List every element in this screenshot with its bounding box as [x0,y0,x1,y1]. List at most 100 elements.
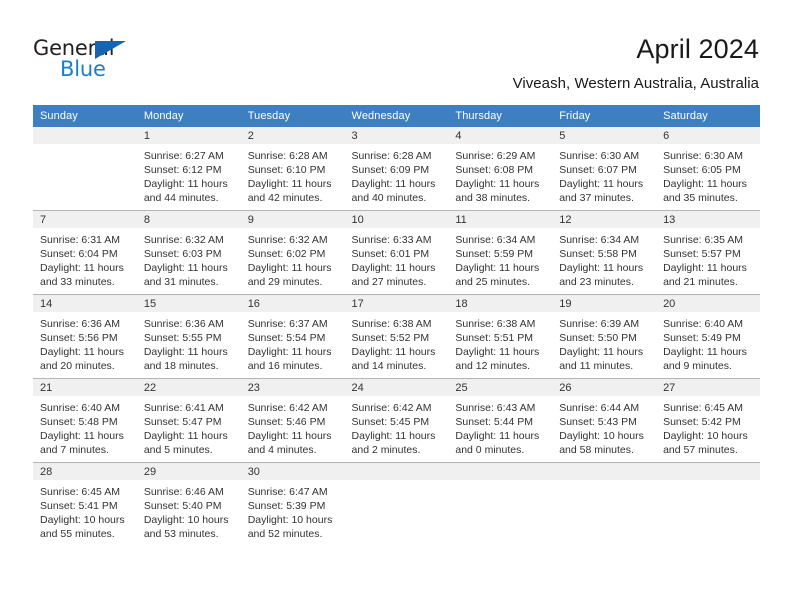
daylight-text-line2: and 12 minutes. [455,360,531,372]
day-cell-inner: 26 Sunrise: 6:44 AM Sunset: 5:43 PM Dayligh… [552,379,657,462]
calendar-day-cell[interactable]: 2 Sunrise: 6:28 AM Sunset: 6:10 PM Daylight… [240,127,345,211]
sunset-text: Sunset: 5:43 PM [559,416,637,428]
sunrise-text: Sunrise: 6:30 AM [559,150,640,162]
calendar-day-cell[interactable]: 11 Sunrise: 6:34 AM Sunset: 5:59 PM Dayligh… [448,210,553,295]
sunset-text: Sunset: 6:12 PM [143,164,222,176]
sunrise-text: Sunrise: 6:45 AM [40,486,120,498]
sunrise-text: Sunrise: 6:36 AM [143,318,224,330]
daylight-text-line2: and 42 minutes. [247,192,323,204]
calendar-day-cell[interactable]: 19 Sunrise: 6:39 AM Sunset: 5:50 PM Dayligh… [552,294,657,379]
day-number: 18 [448,295,553,312]
day-number: 26 [552,379,657,396]
day-cell-inner: 18 Sunrise: 6:38 AM Sunset: 5:51 PM Dayligh… [448,295,553,378]
calendar-day-cell[interactable]: 20 Sunrise: 6:40 AM Sunset: 5:49 PM Dayligh… [656,294,760,379]
sunset-text: Sunset: 5:49 PM [663,332,741,344]
calendar-day-cell[interactable]: 27 Sunrise: 6:45 AM Sunset: 5:42 PM Dayligh… [656,378,760,463]
sunrise-text: Sunrise: 6:45 AM [663,402,744,414]
calendar-day-cell[interactable]: 25 Sunrise: 6:43 AM Sunset: 5:44 PM Dayligh… [448,378,553,463]
day-cell-details: Sunrise: 6:35 AM Sunset: 5:57 PM Daylight:… [656,228,760,289]
day-cell-details: Sunrise: 6:38 AM Sunset: 5:51 PM Daylight:… [448,312,552,373]
sunset-text: Sunset: 5:41 PM [40,500,118,512]
day-cell-inner: 19 Sunrise: 6:39 AM Sunset: 5:50 PM Dayligh… [552,295,657,378]
day-number: 22 [136,379,241,396]
calendar-day-cell[interactable]: 10 Sunrise: 6:33 AM Sunset: 6:01 PM Dayligh… [344,210,449,295]
day-cell-inner: 29 Sunrise: 6:46 AM Sunset: 5:40 PM Dayligh… [136,463,241,546]
day-cell-details: Sunrise: 6:34 AM Sunset: 5:58 PM Daylight:… [552,228,656,289]
sunrise-text: Sunrise: 6:37 AM [247,318,328,330]
calendar-day-cell[interactable]: 1 Sunrise: 6:27 AM Sunset: 6:12 PM Daylight… [136,127,241,211]
day-number [448,463,553,480]
calendar-day-cell[interactable]: 5 Sunrise: 6:30 AM Sunset: 6:07 PM Daylight… [552,127,657,211]
daylight-text-line1: Daylight: 11 hours [663,262,747,274]
weekday-header-row: Sunday Monday Tuesday Wednesday Thursday… [33,105,760,127]
calendar-day-cell[interactable]: 30 Sunrise: 6:47 AM Sunset: 5:39 PM Dayligh… [240,462,345,546]
day-cell-details: Sunrise: 6:43 AM Sunset: 5:44 PM Daylight:… [448,396,552,457]
calendar-page: General Blue April 2024 Viveash, Western… [0,0,792,612]
sunrise-text: Sunrise: 6:46 AM [143,486,224,498]
daylight-text-line1: Daylight: 10 hours [40,514,125,526]
day-number: 13 [656,211,760,228]
calendar-day-cell[interactable]: 29 Sunrise: 6:46 AM Sunset: 5:40 PM Dayligh… [136,462,241,546]
calendar-day-cell[interactable]: 18 Sunrise: 6:38 AM Sunset: 5:51 PM Dayligh… [448,294,553,379]
daylight-text-line1: Daylight: 10 hours [663,430,748,442]
day-number: 23 [240,379,345,396]
calendar-week-row: 1 Sunrise: 6:27 AM Sunset: 6:12 PM Daylight… [33,127,760,211]
day-cell-details: Sunrise: 6:42 AM Sunset: 5:46 PM Daylight:… [241,396,345,457]
daylight-text-line1: Daylight: 11 hours [143,346,228,358]
calendar-body: 1 Sunrise: 6:27 AM Sunset: 6:12 PM Daylight… [33,127,760,546]
calendar-day-cell[interactable]: 22 Sunrise: 6:41 AM Sunset: 5:47 PM Dayligh… [136,378,241,463]
day-cell-inner: 9 Sunrise: 6:32 AM Sunset: 6:02 PM Daylight… [240,211,345,294]
calendar-day-cell[interactable]: 13 Sunrise: 6:35 AM Sunset: 5:57 PM Dayligh… [656,210,760,295]
calendar-day-cell[interactable]: 7 Sunrise: 6:31 AM Sunset: 6:04 PM Daylight… [33,210,137,295]
calendar-day-cell[interactable]: 21 Sunrise: 6:40 AM Sunset: 5:48 PM Dayligh… [33,378,137,463]
calendar-day-cell[interactable]: 16 Sunrise: 6:37 AM Sunset: 5:54 PM Dayligh… [240,294,345,379]
day-number: 6 [656,127,760,144]
day-cell-inner [448,463,553,546]
sunrise-text: Sunrise: 6:28 AM [247,150,328,162]
daylight-text-line1: Daylight: 11 hours [143,178,228,190]
daylight-text-line2: and 9 minutes. [663,360,732,372]
daylight-text-line2: and 0 minutes. [455,444,525,456]
calendar-day-cell[interactable]: 28 Sunrise: 6:45 AM Sunset: 5:41 PM Dayligh… [33,462,137,546]
calendar-day-cell-empty [552,462,657,546]
daylight-text-line1: Daylight: 11 hours [143,430,228,442]
day-cell-inner: 2 Sunrise: 6:28 AM Sunset: 6:10 PM Daylight… [240,127,345,210]
sunrise-text: Sunrise: 6:35 AM [663,234,744,246]
general-blue-logo[interactable]: General Blue [33,36,163,84]
day-cell-details: Sunrise: 6:34 AM Sunset: 5:59 PM Daylight:… [448,228,552,289]
weekday-header-thursday: Thursday [448,105,553,127]
logo-text-blue: Blue [60,57,106,81]
page-header: General Blue April 2024 Viveash, Western… [0,0,792,100]
calendar-day-cell[interactable]: 8 Sunrise: 6:32 AM Sunset: 6:03 PM Daylight… [136,210,241,295]
calendar-day-cell[interactable]: 23 Sunrise: 6:42 AM Sunset: 5:46 PM Dayligh… [240,378,345,463]
calendar-day-cell[interactable]: 9 Sunrise: 6:32 AM Sunset: 6:02 PM Daylight… [240,210,345,295]
day-number: 14 [33,295,137,312]
day-cell-details: Sunrise: 6:30 AM Sunset: 6:05 PM Daylight:… [656,144,760,205]
day-number: 28 [33,463,137,480]
calendar-day-cell[interactable]: 26 Sunrise: 6:44 AM Sunset: 5:43 PM Dayligh… [552,378,657,463]
calendar-day-cell-empty [33,127,137,211]
day-cell-details: Sunrise: 6:41 AM Sunset: 5:47 PM Daylight:… [137,396,241,457]
calendar-day-cell[interactable]: 14 Sunrise: 6:36 AM Sunset: 5:56 PM Dayligh… [33,294,137,379]
day-cell-details: Sunrise: 6:42 AM Sunset: 5:45 PM Daylight:… [345,396,449,457]
sunrise-text: Sunrise: 6:27 AM [143,150,224,162]
sunrise-text: Sunrise: 6:33 AM [351,234,432,246]
day-cell-details: Sunrise: 6:44 AM Sunset: 5:43 PM Daylight:… [552,396,656,457]
sunset-text: Sunset: 5:46 PM [247,416,326,428]
day-cell-inner: 13 Sunrise: 6:35 AM Sunset: 5:57 PM Dayligh… [656,211,760,294]
calendar-day-cell[interactable]: 4 Sunrise: 6:29 AM Sunset: 6:08 PM Daylight… [448,127,553,211]
calendar-day-cell-empty [344,462,449,546]
sunrise-text: Sunrise: 6:40 AM [40,402,120,414]
day-cell-details: Sunrise: 6:40 AM Sunset: 5:48 PM Daylight:… [33,396,137,457]
calendar-day-cell[interactable]: 12 Sunrise: 6:34 AM Sunset: 5:58 PM Dayligh… [552,210,657,295]
sunrise-text: Sunrise: 6:34 AM [559,234,640,246]
calendar-day-cell[interactable]: 24 Sunrise: 6:42 AM Sunset: 5:45 PM Dayligh… [344,378,449,463]
calendar-day-cell[interactable]: 15 Sunrise: 6:36 AM Sunset: 5:55 PM Dayligh… [136,294,241,379]
daylight-text-line2: and 40 minutes. [351,192,427,204]
sunrise-text: Sunrise: 6:41 AM [143,402,224,414]
calendar-day-cell[interactable]: 17 Sunrise: 6:38 AM Sunset: 5:52 PM Dayligh… [344,294,449,379]
day-cell-inner: 17 Sunrise: 6:38 AM Sunset: 5:52 PM Dayligh… [344,295,449,378]
calendar-day-cell[interactable]: 3 Sunrise: 6:28 AM Sunset: 6:09 PM Daylight… [344,127,449,211]
daylight-text-line2: and 37 minutes. [559,192,634,204]
calendar-day-cell[interactable]: 6 Sunrise: 6:30 AM Sunset: 6:05 PM Daylight… [656,127,760,211]
